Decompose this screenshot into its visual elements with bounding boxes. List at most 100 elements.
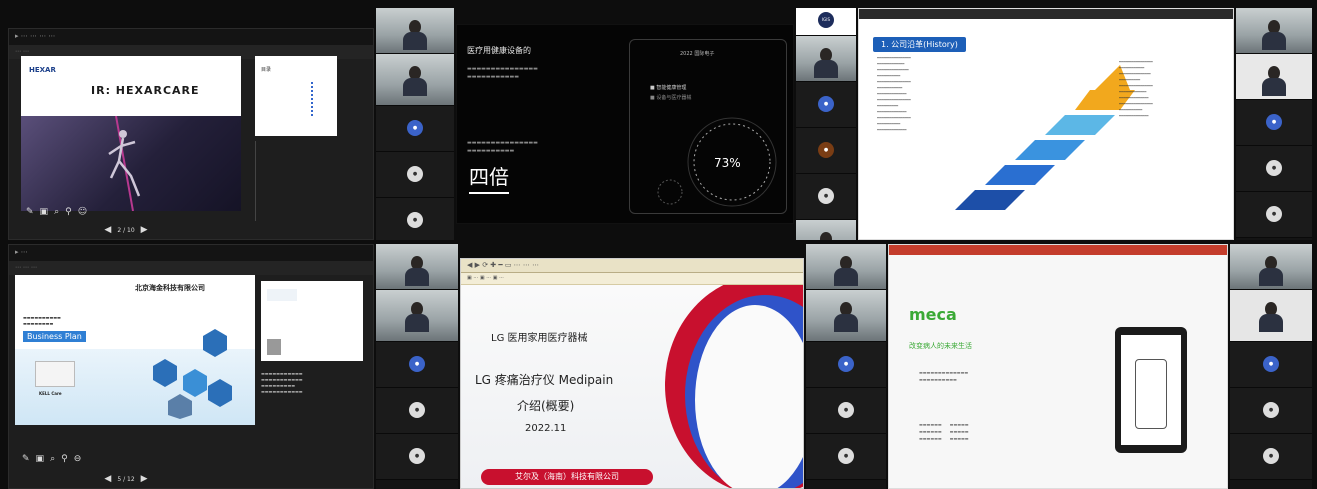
shared-screen-dark[interactable]: 医疗用健康设备的 ▬▬▬▬▬▬▬▬▬▬▬▬▬▬▬ ▬▬▬▬▬▬▬▬▬▬▬ ▬▬▬▬… [456,24,794,224]
company-name: 北京海金科技有限公司 [135,284,205,292]
participant-tile[interactable]: ● [796,174,856,220]
participant-tile[interactable] [806,244,886,290]
avatar: ● [407,119,423,136]
avatar: ● [1266,159,1282,176]
legend-b: ■ 设备与医疗器械 [650,95,692,101]
participant-tile[interactable] [376,244,458,290]
save-icon[interactable]: ▣ [36,454,45,464]
participant-tile[interactable] [376,290,458,342]
participant-tile[interactable]: ● [376,434,458,480]
participant-strip-6: ● ● ● [1230,244,1312,489]
participant-strip-2: IGIS ● ● ● [796,8,856,240]
participant-tile[interactable]: ● [376,388,458,434]
slide-subtitle: ▬▬▬▬▬▬▬▬▬▬ ▬▬▬▬▬▬▬▬ [23,315,61,326]
history-right-text: ━━━━━━━━━━━━━━━━ ━━━━━━━━━━━━ ━━━━━━━━━━━━… [1119,60,1153,118]
prev-slide-icon[interactable]: ◀ [104,474,111,484]
participant-tile[interactable] [1230,290,1312,342]
participant-tile[interactable] [796,36,856,82]
participant-tile[interactable]: ● [376,152,454,198]
participant-tile[interactable]: ● [1236,100,1312,146]
shared-screen-beijing[interactable]: ▸ ⋯ ⋯ ⋯ ⋯ 北京海金科技有限公司 ▬▬▬▬▬▬▬▬▬▬ ▬▬▬▬▬▬▬▬ … [8,244,374,489]
lg-footer-company: 艾尔及（海南）科技有限公司 [481,469,653,485]
thumbnail-logo [267,339,281,355]
slide-main: 北京海金科技有限公司 ▬▬▬▬▬▬▬▬▬▬ ▬▬▬▬▬▬▬▬ Business P… [15,275,255,425]
more-icon[interactable]: ⊖ [74,454,82,464]
participant-tile[interactable] [1230,244,1312,290]
participant-tile[interactable]: ● [1230,434,1312,480]
participant-tile[interactable]: ● [1236,192,1312,238]
lg-line-1: LG 医用家用医疗器械 [491,333,588,344]
slide-main: LG 医用家用医疗器械 LG 疼痛治疗仪 Medipain 介绍(概要) 202… [461,285,803,488]
participant-strip-4: ● ● ● [376,244,458,489]
participant-tile[interactable] [1236,54,1312,100]
participant-tile[interactable] [796,220,856,240]
meca-body: ▬▬▬▬▬▬▬▬▬▬▬▬▬ ▬▬▬▬▬▬▬▬▬▬ [919,370,969,382]
avatar: ● [1266,205,1282,222]
participant-tile[interactable]: ● [806,434,886,480]
avatar: ● [838,447,854,464]
shared-screen-history[interactable]: 1. 公司沿革(History) ━━━━━━━━━━━━━━━━ ━━━━━━━… [858,8,1234,240]
slide-thumbnail[interactable]: 目录 [255,56,337,136]
participant-tile[interactable]: ● [1230,388,1312,434]
participant-tile[interactable]: ● [376,198,454,240]
runner-illustration [108,115,141,212]
notes-text: ▬▬▬▬▬▬▬▬▬▬▬ ▬▬▬▬▬▬▬▬▬▬▬ ▬▬▬▬▬▬▬▬▬ ▬▬▬▬▬▬▬▬▬… [261,371,303,394]
next-slide-icon[interactable]: ▶ [141,225,148,235]
next-slide-icon[interactable]: ▶ [141,474,148,484]
slide-main: HEXAR IR: HEXARCARE [21,56,241,212]
more-icon[interactable]: ☺ [78,207,87,217]
avatar: ● [838,401,854,418]
window-toolbar: ⋯ ⋯ ⋯ [9,261,373,275]
brand-tile: IGIS [796,8,856,36]
hexar-logo: HEXAR [29,66,56,74]
stat-panel: 2022 国际电子 ■ 智能健康管理 ■ 设备与医疗器械 73% [629,39,787,214]
participant-tile[interactable]: ● [1236,146,1312,192]
page-counter: 2 / 10 [117,227,135,234]
avatar: ● [409,447,425,464]
participant-tile[interactable] [376,54,454,106]
shared-screen-meca[interactable]: meca 改变病人的未来生活 ▬▬▬▬▬▬▬▬▬▬▬▬▬ ▬▬▬▬▬▬▬▬▬▬ ▬… [888,244,1228,489]
search-icon[interactable]: ⌕ [54,207,59,217]
window-titlebar: ▸ ⋯ ⋯ ⋯ ⋯ [9,29,373,45]
pointer-icon[interactable]: ⚲ [61,454,68,464]
tablet-screen [1121,335,1181,445]
window-titlebar [859,9,1233,19]
lg-date: 2022.11 [525,423,567,434]
app-toolbar: ◀ ▶ ⟳ ✚ ━ ▭ ⋯ ⋯ ⋯ [461,259,803,273]
pen-icon[interactable]: ✎ [22,454,30,464]
annotation-toolbar: ✎ ▣ ⌕ ⚲ ⊖ [19,454,373,464]
pen-icon[interactable]: ✎ [26,207,34,217]
participant-tile[interactable] [1236,8,1312,54]
participant-tile[interactable]: ● [376,106,454,152]
avatar: ● [818,187,834,204]
participant-tile[interactable] [806,290,886,342]
slide-thumbnail[interactable] [261,281,363,361]
hexagon-icons [153,329,232,419]
meca-contacts: ▬▬▬▬▬▬ ▬▬▬▬▬ ▬▬▬▬▬▬ ▬▬▬▬▬ ▬▬▬▬▬▬ ▬▬▬▬▬ [919,422,969,441]
save-icon[interactable]: ▣ [40,207,49,217]
avatar: ● [409,401,425,418]
thumbnail-list [311,82,325,116]
participant-tile[interactable]: ● [376,342,458,388]
history-staircase [955,65,1135,210]
participant-tile[interactable]: ● [806,342,886,388]
thumbnail-title: 目录 [261,67,272,73]
product-name: KELL Care [39,391,62,396]
participant-tile[interactable]: ● [806,388,886,434]
shared-screen-lg[interactable]: ◀ ▶ ⟳ ✚ ━ ▭ ⋯ ⋯ ⋯ ▣ ⋯ ▣ ⋯ ▣ ⋯ LG 医用家用医疗器… [460,258,804,489]
avatar: ● [1263,355,1279,372]
participant-tile[interactable]: ● [796,128,856,174]
shared-screen-hexar[interactable]: ▸ ⋯ ⋯ ⋯ ⋯ ⋯ ⋯ HEXAR IR: HEXARCARE 目录 ✎ ▣ ⌕… [8,28,374,240]
business-plan-banner: Business Plan [23,331,86,342]
lg-line-3: 介绍(概要) [517,399,575,413]
participant-strip-1: ● ● ● [376,8,454,240]
search-icon[interactable]: ⌕ [50,454,55,464]
igis-logo: IGIS [818,12,834,28]
prev-slide-icon[interactable]: ◀ [104,225,111,235]
pointer-icon[interactable]: ⚲ [65,207,72,217]
window-titlebar: ▸ ⋯ [9,245,373,261]
video-conference-grid: ▸ ⋯ ⋯ ⋯ ⋯ ⋯ ⋯ HEXAR IR: HEXARCARE 目录 ✎ ▣ ⌕… [0,0,1317,489]
participant-tile[interactable] [376,8,454,54]
participant-tile[interactable]: ● [1230,342,1312,388]
participant-tile[interactable]: ● [796,82,856,128]
